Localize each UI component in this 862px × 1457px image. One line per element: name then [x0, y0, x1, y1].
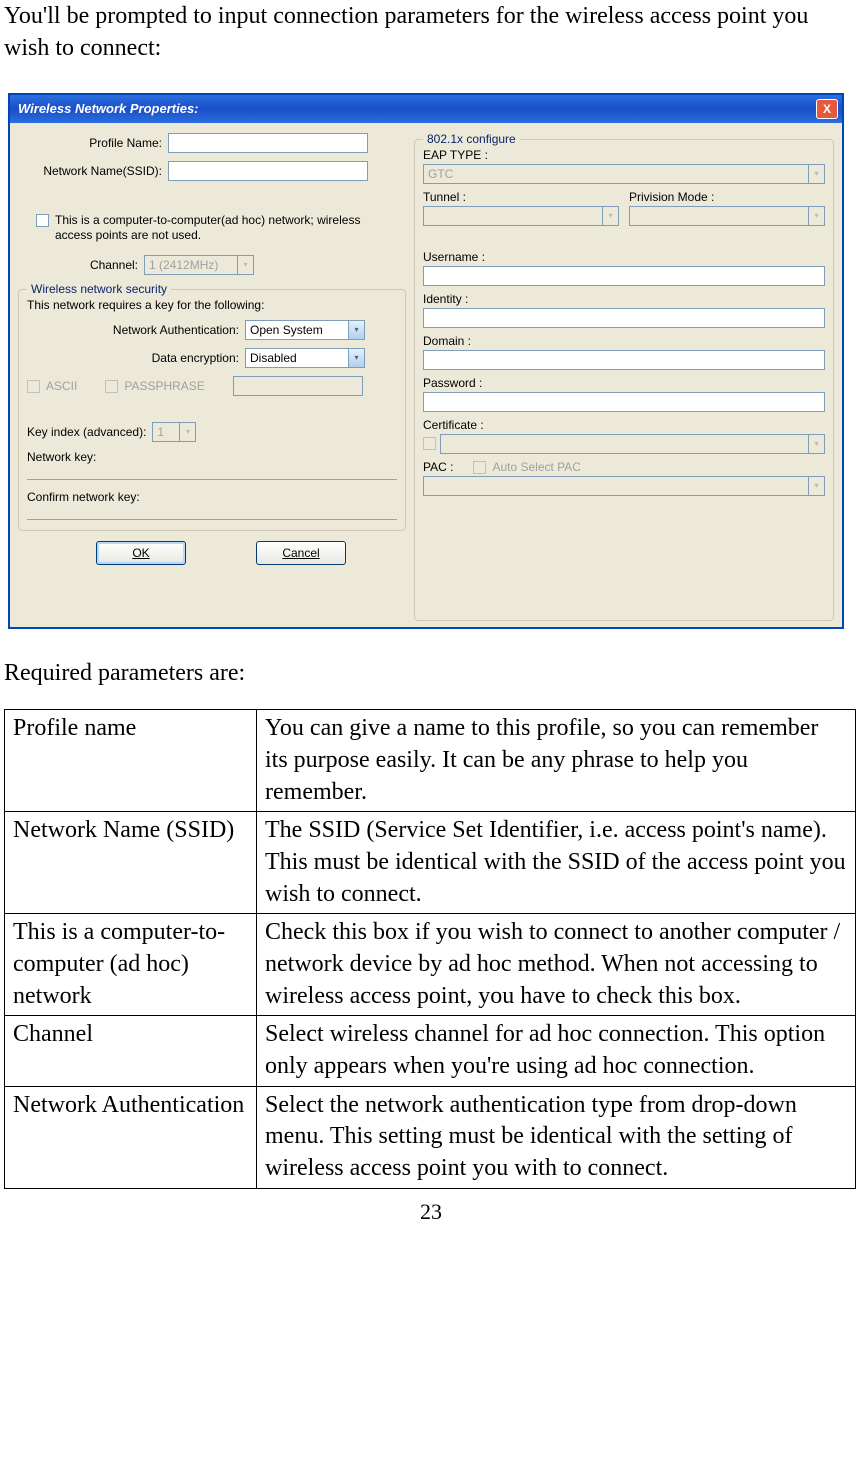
- network-key-label: Network key:: [27, 450, 397, 464]
- table-row: This is a computer-to-computer (ad hoc) …: [5, 914, 856, 1016]
- adhoc-checkbox[interactable]: [36, 214, 49, 227]
- chevron-down-icon: ▾: [808, 165, 824, 183]
- eap-type-value: GTC: [428, 167, 453, 181]
- param-desc: Select wireless channel for ad hoc conne…: [257, 1016, 856, 1086]
- network-key-input[interactable]: [27, 464, 397, 480]
- table-row: Network Name (SSID)The SSID (Service Set…: [5, 812, 856, 914]
- dialog-window: Wireless Network Properties: X Profile N…: [8, 93, 844, 629]
- post-text: Required parameters are:: [4, 657, 858, 689]
- confirm-key-input[interactable]: [27, 504, 397, 520]
- titlebar[interactable]: Wireless Network Properties: X: [10, 95, 842, 123]
- data-enc-select[interactable]: Disabled ▾: [245, 348, 365, 368]
- table-row: Profile nameYou can give a name to this …: [5, 710, 856, 812]
- net-auth-label: Network Authentication:: [27, 323, 245, 337]
- cancel-button[interactable]: Cancel: [256, 541, 346, 565]
- identity-input[interactable]: [423, 308, 825, 328]
- security-desc: This network requires a key for the foll…: [27, 298, 397, 312]
- param-name: Channel: [5, 1016, 257, 1086]
- key-index-select: 1 ▾: [152, 422, 196, 442]
- ok-button[interactable]: OK: [96, 541, 186, 565]
- passphrase-checkbox: [105, 380, 118, 393]
- param-name: Network Authentication: [5, 1086, 257, 1188]
- privision-label: Privision Mode :: [629, 190, 825, 204]
- ascii-checkbox: [27, 380, 40, 393]
- param-name: Profile name: [5, 710, 257, 812]
- key-index-label: Key index (advanced):: [27, 425, 152, 439]
- password-label: Password :: [423, 376, 825, 390]
- pac-label: PAC :: [423, 460, 453, 474]
- chevron-down-icon: ▾: [179, 423, 195, 441]
- chevron-down-icon: ▾: [808, 477, 824, 495]
- domain-label: Domain :: [423, 334, 825, 348]
- pac-select: ▾: [423, 476, 825, 496]
- passphrase-input: [233, 376, 363, 396]
- param-desc: You can give a name to this profile, so …: [257, 710, 856, 812]
- table-row: ChannelSelect wireless channel for ad ho…: [5, 1016, 856, 1086]
- page-number: 23: [4, 1199, 858, 1225]
- identity-label: Identity :: [423, 292, 825, 306]
- profile-name-label: Profile Name:: [18, 136, 168, 150]
- table-row: Network AuthenticationSelect the network…: [5, 1086, 856, 1188]
- param-name: This is a computer-to-computer (ad hoc) …: [5, 914, 257, 1016]
- certificate-select: ▾: [440, 434, 825, 454]
- username-label: Username :: [423, 250, 825, 264]
- data-enc-label: Data encryption:: [27, 351, 245, 365]
- domain-input[interactable]: [423, 350, 825, 370]
- cancel-label: Cancel: [282, 546, 319, 560]
- ssid-label: Network Name(SSID):: [18, 164, 168, 178]
- net-auth-select[interactable]: Open System ▾: [245, 320, 365, 340]
- channel-select: 1 (2412MHz) ▾: [144, 255, 254, 275]
- ascii-label: ASCII: [46, 379, 77, 393]
- param-desc: The SSID (Service Set Identifier, i.e. a…: [257, 812, 856, 914]
- data-enc-value: Disabled: [250, 351, 297, 365]
- security-legend: Wireless network security: [27, 282, 171, 296]
- param-desc: Select the network authentication type f…: [257, 1086, 856, 1188]
- adhoc-label: This is a computer-to-computer(ad hoc) n…: [55, 213, 396, 243]
- intro-text: You'll be prompted to input connection p…: [4, 0, 858, 65]
- param-desc: Check this box if you wish to connect to…: [257, 914, 856, 1016]
- ok-label: OK: [132, 546, 149, 560]
- chevron-down-icon[interactable]: ▾: [348, 349, 364, 367]
- chevron-down-icon: ▾: [602, 207, 618, 225]
- certificate-checkbox: [423, 437, 436, 450]
- eap-type-select: GTC ▾: [423, 164, 825, 184]
- password-input[interactable]: [423, 392, 825, 412]
- username-input[interactable]: [423, 266, 825, 286]
- config-legend: 802.1x configure: [423, 132, 520, 146]
- chevron-down-icon[interactable]: ▾: [348, 321, 364, 339]
- ssid-input[interactable]: [168, 161, 368, 181]
- passphrase-label: PASSPHRASE: [124, 379, 204, 393]
- close-button[interactable]: X: [816, 99, 838, 119]
- tunnel-select: ▾: [423, 206, 619, 226]
- channel-label: Channel:: [18, 258, 144, 272]
- confirm-key-label: Confirm network key:: [27, 490, 397, 504]
- param-name: Network Name (SSID): [5, 812, 257, 914]
- key-index-value: 1: [157, 425, 164, 439]
- privision-select: ▾: [629, 206, 825, 226]
- window-title: Wireless Network Properties:: [18, 101, 199, 116]
- tunnel-label: Tunnel :: [423, 190, 619, 204]
- auto-pac-label: Auto Select PAC: [492, 460, 581, 474]
- channel-value: 1 (2412MHz): [149, 258, 218, 272]
- net-auth-value: Open System: [250, 323, 323, 337]
- chevron-down-icon: ▾: [808, 435, 824, 453]
- auto-pac-checkbox: [473, 461, 486, 474]
- close-icon: X: [823, 102, 831, 116]
- eap-type-label: EAP TYPE :: [423, 148, 825, 162]
- params-table: Profile nameYou can give a name to this …: [4, 709, 856, 1188]
- chevron-down-icon: ▾: [237, 256, 253, 274]
- profile-name-input[interactable]: [168, 133, 368, 153]
- chevron-down-icon: ▾: [808, 207, 824, 225]
- certificate-label: Certificate :: [423, 418, 825, 432]
